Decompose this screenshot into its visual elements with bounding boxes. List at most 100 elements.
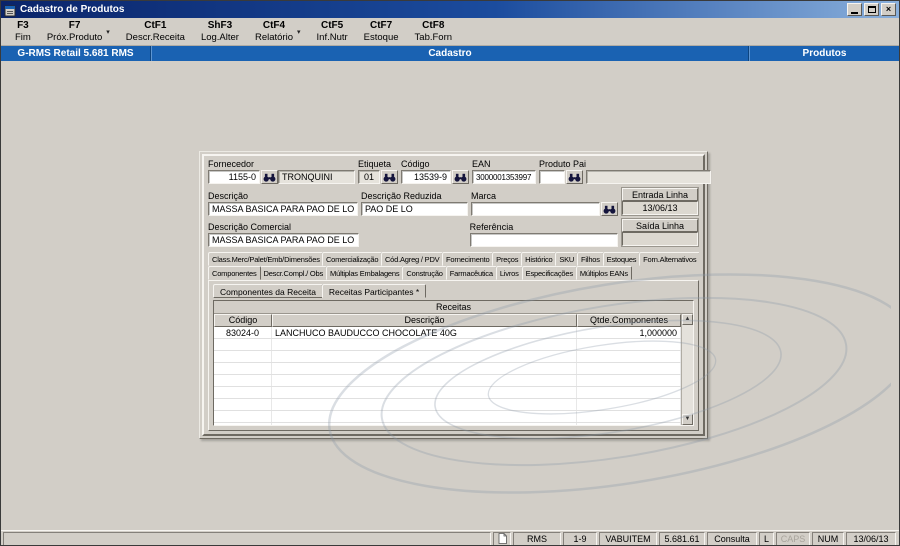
tab-farmaceutica[interactable]: Farmacêutica bbox=[445, 266, 497, 280]
binoculars-icon bbox=[603, 205, 616, 214]
codigo-field-group: Código bbox=[401, 159, 469, 184]
descricao-input[interactable] bbox=[208, 202, 358, 216]
produto-pai-code-input[interactable] bbox=[539, 170, 565, 184]
etiqueta-search-button[interactable] bbox=[381, 170, 398, 184]
tab-especificacoes[interactable]: Especificações bbox=[521, 266, 577, 280]
entrada-linha-label: Entrada Linha bbox=[622, 188, 698, 201]
tab-fornecimento[interactable]: Fornecimento bbox=[442, 252, 494, 266]
column-header-qtde: Qtde.Componentes bbox=[577, 314, 681, 327]
document-icon bbox=[498, 533, 507, 544]
minimize-icon bbox=[851, 12, 858, 14]
etiqueta-label: Etiqueta bbox=[358, 159, 392, 169]
tab-historico[interactable]: Histórico bbox=[521, 252, 557, 266]
toolbar-button-tab-forn[interactable]: CtF8 Tab.Forn bbox=[407, 19, 461, 45]
toolbar-button-inf-nutr[interactable]: CtF5 Inf.Nutr bbox=[309, 19, 356, 45]
produto-pai-field-group: Produto Pai bbox=[539, 159, 711, 184]
toolbar-button-prox-produto[interactable]: F7 Próx.Produto ▾ bbox=[39, 19, 118, 45]
tab-cod-agreg-pdv[interactable]: Cód.Agreg / PDV bbox=[380, 252, 444, 266]
table-row-empty bbox=[214, 387, 681, 399]
table-row-empty bbox=[214, 411, 681, 423]
product-form: Fornecedor Etiqueta bbox=[202, 154, 711, 436]
tab-receitas-participantes[interactable]: Receitas Participantes * bbox=[321, 284, 427, 298]
window-title: Cadastro de Produtos bbox=[20, 4, 125, 15]
descricao-comercial-field-group: Descrição Comercial bbox=[208, 222, 360, 247]
referencia-label: Referência bbox=[469, 222, 514, 232]
status-message-area bbox=[3, 531, 491, 545]
dropdown-arrow-icon: ▾ bbox=[106, 28, 110, 36]
ean-input[interactable] bbox=[472, 170, 536, 184]
fornecedor-name-input[interactable] bbox=[278, 170, 355, 184]
referencia-field-group: Referência bbox=[469, 222, 618, 247]
fornecedor-field-group: Fornecedor bbox=[208, 159, 355, 184]
codigo-label: Código bbox=[401, 159, 430, 169]
toolbar-button-descr-receita[interactable]: CtF1 Descr.Receita bbox=[118, 19, 193, 45]
binoculars-icon bbox=[263, 173, 276, 182]
table-row[interactable]: 83024-0 LANCHUCO BAUDUCCO CHOCOLATE 40G … bbox=[214, 327, 681, 339]
scroll-up-icon[interactable]: ▲ bbox=[682, 314, 693, 325]
descricao-comercial-input[interactable] bbox=[208, 233, 360, 247]
maximize-button[interactable] bbox=[864, 3, 879, 16]
table-scrollbar[interactable]: ▲ ▼ bbox=[681, 314, 693, 425]
header-module: Cadastro bbox=[151, 46, 749, 61]
status-caps: CAPS bbox=[776, 531, 810, 545]
saida-linha-box: Saída Linha bbox=[621, 218, 699, 247]
close-button[interactable]: × bbox=[881, 3, 896, 16]
grid-column-headers: Código Descrição Qtde.Componentes bbox=[214, 314, 681, 327]
scroll-down-icon[interactable]: ▼ bbox=[682, 414, 693, 425]
produto-pai-name-input[interactable] bbox=[586, 170, 711, 184]
tab-class-merc[interactable]: Class.Merc/Palet/Emb/Dimensões bbox=[208, 252, 323, 266]
table-row-empty bbox=[214, 363, 681, 375]
main-tabs-row-1: Class.Merc/Palet/Emb/Dimensões Comercial… bbox=[208, 252, 699, 266]
fornecedor-search-button[interactable] bbox=[261, 170, 278, 184]
codigo-input[interactable] bbox=[401, 170, 451, 184]
main-tabs-row-2: Componentes Descr.Compl./ Obs Múltiplas … bbox=[208, 266, 699, 280]
status-range: 1-9 bbox=[563, 531, 597, 545]
produto-pai-label: Produto Pai bbox=[539, 159, 587, 169]
fornecedor-code-input[interactable] bbox=[208, 170, 260, 184]
tab-precos[interactable]: Preços bbox=[492, 252, 523, 266]
marca-search-button[interactable] bbox=[601, 202, 618, 216]
codigo-search-button[interactable] bbox=[452, 170, 469, 184]
ean-field-group: EAN bbox=[472, 159, 536, 184]
maximize-icon bbox=[867, 6, 876, 13]
referencia-input[interactable] bbox=[469, 233, 618, 247]
tab-comercializacao[interactable]: Comercialização bbox=[321, 252, 382, 266]
descricao-label: Descrição bbox=[208, 191, 249, 201]
function-toolbar: F3 Fim F7 Próx.Produto ▾ CtF1 Descr.Receita… bbox=[1, 18, 899, 46]
etiqueta-input[interactable] bbox=[358, 170, 380, 184]
descricao-reduzida-input[interactable] bbox=[360, 202, 468, 216]
tab-estoques[interactable]: Estoques bbox=[602, 252, 641, 266]
marca-input[interactable] bbox=[470, 202, 600, 216]
tab-componentes-da-receita[interactable]: Componentes da Receita bbox=[213, 284, 323, 298]
toolbar-button-relatorio[interactable]: CtF4 Relatório ▾ bbox=[247, 19, 309, 45]
minimize-button[interactable] bbox=[847, 3, 862, 16]
tab-multiplas-embalagens[interactable]: Múltiplas Embalagens bbox=[326, 266, 404, 280]
cell-descricao: LANCHUCO BAUDUCCO CHOCOLATE 40G bbox=[272, 327, 577, 338]
binoculars-icon bbox=[383, 173, 396, 182]
receitas-grid: Receitas Código Descrição Qtde.Component… bbox=[213, 300, 694, 426]
tab-forn-alternativos[interactable]: Forn.Alternativos bbox=[639, 252, 699, 266]
toolbar-button-estoque[interactable]: CtF7 Estoque bbox=[356, 19, 407, 45]
table-row-empty bbox=[214, 375, 681, 387]
produto-pai-search-button[interactable] bbox=[566, 170, 583, 184]
saida-linha-value bbox=[622, 232, 698, 246]
status-version: 5.681.61 bbox=[659, 531, 705, 545]
binoculars-icon bbox=[454, 173, 467, 182]
cell-qtde: 1,000000 bbox=[577, 327, 681, 338]
tab-livros[interactable]: Livros bbox=[495, 266, 523, 280]
etiqueta-field-group: Etiqueta bbox=[358, 159, 398, 184]
toolbar-button-log-alter[interactable]: ShF3 Log.Alter bbox=[193, 19, 247, 45]
tab-descr-compl-obs[interactable]: Descr.Compl./ Obs bbox=[259, 266, 328, 280]
header-bar: G-RMS Retail 5.681 RMS Cadastro Produtos bbox=[1, 46, 899, 61]
table-row-empty bbox=[214, 339, 681, 351]
tab-componentes[interactable]: Componentes bbox=[208, 266, 261, 280]
status-mode: Consulta bbox=[707, 531, 757, 545]
status-date: 13/06/13 bbox=[846, 531, 896, 545]
product-form-window: Fornecedor Etiqueta bbox=[199, 151, 711, 439]
toolbar-button-fim[interactable]: F3 Fim bbox=[7, 19, 39, 45]
tab-sku[interactable]: SKU bbox=[555, 252, 579, 266]
tab-filhos[interactable]: Filhos bbox=[577, 252, 604, 266]
column-header-codigo: Código bbox=[214, 314, 272, 327]
tab-multiplos-eans[interactable]: Múltiplos EANs bbox=[575, 266, 632, 280]
tab-construcao[interactable]: Construção bbox=[402, 266, 447, 280]
